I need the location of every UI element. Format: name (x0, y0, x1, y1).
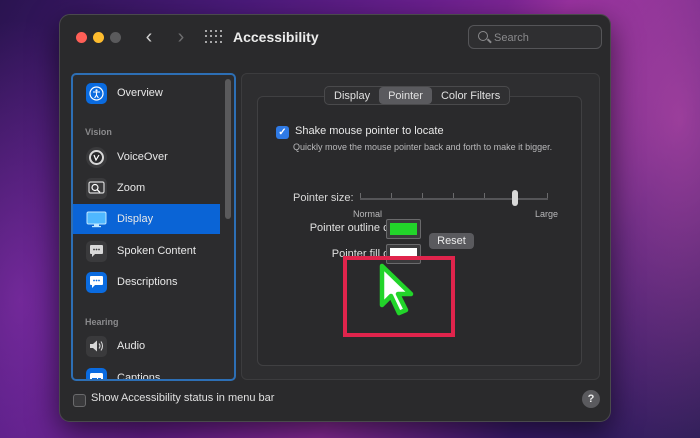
window-title: Accessibility (233, 29, 319, 45)
shake-pointer-checkbox[interactable]: ✓ (276, 126, 289, 139)
search-icon (478, 31, 488, 41)
sidebar-item-audio[interactable]: Audio (73, 331, 220, 361)
tab-color-filters[interactable]: Color Filters (432, 87, 509, 104)
close-button[interactable] (76, 32, 87, 43)
accessibility-person-icon (86, 82, 107, 104)
sidebar-item-descriptions[interactable]: Descriptions (73, 267, 220, 297)
outline-color-swatch (390, 223, 417, 235)
sidebar-item-spoken-content[interactable]: Spoken Content (73, 236, 220, 266)
slider-tick (453, 193, 454, 198)
sidebar-item-display[interactable]: Display (73, 204, 220, 234)
sidebar-item-label: Descriptions (117, 276, 178, 288)
sidebar-item-voiceover[interactable]: VoiceOver (73, 142, 220, 172)
descriptions-icon (86, 271, 107, 293)
accessibility-window: ‹ › Accessibility Overview Vision VoiceO… (59, 14, 611, 422)
sidebar-item-captions[interactable]: Captions (73, 363, 220, 381)
slider-tick (391, 193, 392, 198)
maximize-button[interactable] (110, 32, 121, 43)
speaker-icon (86, 335, 107, 357)
minimize-button[interactable] (93, 32, 104, 43)
sidebar-item-label: Captions (117, 372, 161, 381)
help-button[interactable]: ? (582, 390, 600, 408)
slider-tick (547, 193, 548, 198)
voiceover-icon (86, 146, 107, 168)
sidebar-item-overview[interactable]: Overview (73, 78, 220, 108)
forward-button[interactable]: › (170, 26, 192, 48)
slider-tick (422, 193, 423, 198)
show-status-checkbox[interactable] (73, 394, 86, 407)
section-vision: Vision (85, 127, 112, 137)
shake-pointer-label: Shake mouse pointer to locate (295, 125, 444, 137)
slider-min-label: Normal (353, 209, 383, 219)
slider-tick (484, 193, 485, 198)
section-hearing: Hearing (85, 317, 119, 327)
sidebar-item-label: Display (117, 213, 154, 225)
sidebar: Overview Vision VoiceOver Zoom Display S… (71, 73, 236, 381)
slider-max-label: Large (535, 209, 559, 219)
show-status-label: Show Accessibility status in menu bar (91, 392, 275, 404)
titlebar: ‹ › Accessibility (60, 15, 610, 61)
tab-pointer[interactable]: Pointer (379, 87, 432, 104)
speech-bubble-icon (86, 240, 107, 262)
pointer-size-slider-knob[interactable] (512, 190, 518, 206)
sidebar-item-label: Audio (117, 340, 146, 352)
back-button[interactable]: ‹ (138, 26, 160, 48)
captions-icon (86, 367, 107, 379)
pointer-size-slider[interactable] (360, 198, 548, 200)
pointer-cursor-icon (379, 263, 414, 316)
reset-button[interactable]: Reset (429, 233, 474, 249)
tab-bar: Display Pointer Color Filters (324, 86, 511, 105)
display-icon (86, 209, 107, 230)
sidebar-item-label: Overview (117, 87, 163, 99)
zoom-icon (86, 177, 107, 199)
search-input[interactable] (494, 30, 594, 46)
tab-display[interactable]: Display (325, 87, 379, 104)
sidebar-item-label: Zoom (117, 182, 146, 194)
sidebar-item-label: VoiceOver (117, 151, 168, 163)
pointer-size-label: Pointer size: (293, 192, 354, 204)
sidebar-scrollbar[interactable] (225, 79, 231, 219)
slider-tick (360, 193, 361, 198)
sidebar-item-label: Spoken Content (117, 245, 196, 257)
search-field[interactable] (468, 25, 602, 49)
pointer-outline-color-well[interactable] (386, 219, 421, 239)
sidebar-item-zoom[interactable]: Zoom (73, 173, 220, 203)
shake-pointer-description: Quickly move the mouse pointer back and … (293, 142, 553, 152)
show-all-grid-icon[interactable] (205, 30, 222, 44)
